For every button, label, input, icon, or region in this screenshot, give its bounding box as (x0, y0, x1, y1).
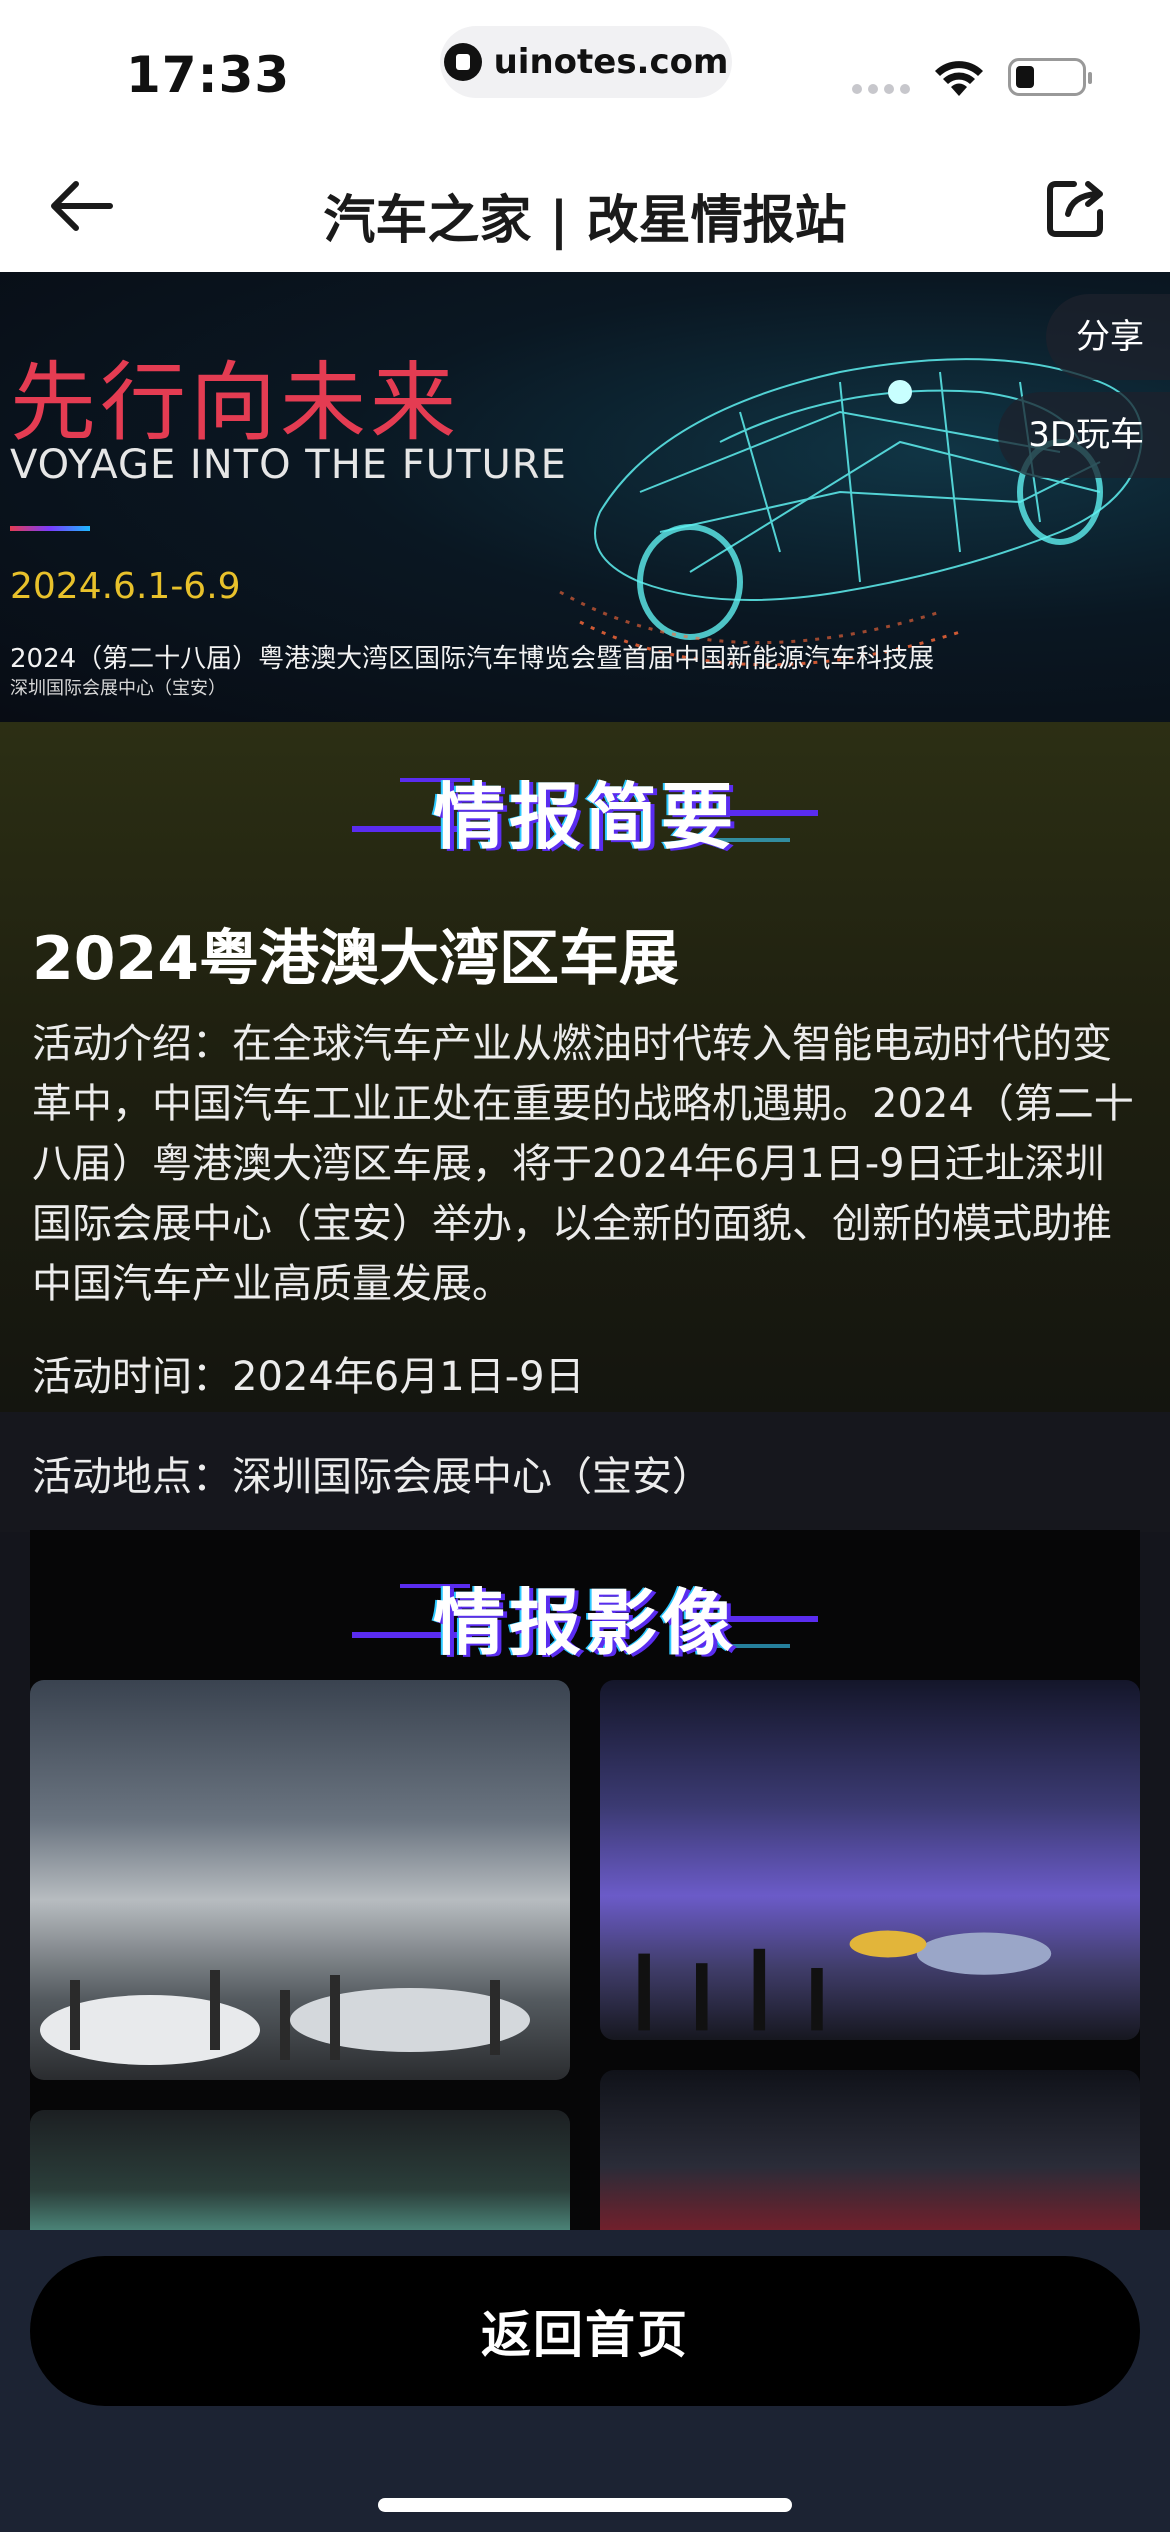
event-title: 2024粤港澳大湾区车展 (32, 924, 679, 994)
play-3d-button[interactable]: 3D玩车 (998, 392, 1170, 478)
summary-header: 情报简要 (0, 748, 1170, 859)
banner-event-line: 2024（第二十八届）粤港澳大湾区国际汽车博览会暨首届中国新能源汽车科技展 (10, 644, 935, 674)
event-intro: 活动介绍：在全球汽车产业从燃油时代转入智能电动时代的变革中，中国汽车工业正处在重… (32, 1021, 1134, 1307)
gallery-photo[interactable] (30, 1680, 570, 2080)
banner-divider (10, 526, 90, 531)
share-button[interactable]: 分享 (1046, 294, 1170, 380)
url-text: uinotes.com (493, 42, 729, 82)
bottom-bar: 返回首页 (0, 2230, 1170, 2532)
site-icon (443, 43, 482, 81)
nav-bar: 汽车之家 | 改星情报站 (0, 140, 1170, 272)
banner-venue-line: 深圳国际会展中心（宝安） (10, 678, 226, 699)
gallery-photo[interactable] (600, 1680, 1140, 2040)
battery-icon (1008, 58, 1092, 96)
home-indicator (378, 2498, 792, 2512)
summary-section: 情报简要 2024粤港澳大湾区车展 活动介绍：在全球汽车产业从燃油时代转入智能电… (0, 722, 1170, 1412)
back-home-button[interactable]: 返回首页 (30, 2256, 1140, 2406)
event-location: 活动地点：深圳国际会展中心（宝安） (32, 1454, 712, 1500)
url-pill[interactable]: uinotes.com (440, 26, 732, 98)
event-time: 活动时间：2024年6月1日-9日 (32, 1354, 585, 1400)
location-row: 活动地点：深圳国际会展中心（宝安） (0, 1412, 1170, 1532)
section-title-gallery: 情报影像 (432, 1581, 737, 1665)
event-banner[interactable]: 先行向未来 VOYAGE INTO THE FUTURE 2024.6.1-6.… (0, 272, 1170, 722)
banner-slogan: 先行向未来 (10, 353, 460, 453)
gallery-photo[interactable] (600, 2070, 1140, 2230)
banner-slogan-en: VOYAGE INTO THE FUTURE (10, 442, 567, 488)
share-export-icon[interactable] (1044, 174, 1110, 240)
status-bar: 17:33 uinotes.com (0, 0, 1170, 140)
section-title-summary: 情报简要 (432, 775, 737, 859)
gallery-section: 情报影像 (30, 1530, 1140, 2230)
status-time: 17:33 (126, 46, 291, 104)
gallery-photo[interactable] (30, 2110, 570, 2230)
wifi-icon (935, 61, 983, 96)
banner-date: 2024.6.1-6.9 (10, 566, 241, 607)
page-title: 汽车之家 | 改星情报站 (323, 191, 847, 251)
signal-icon (852, 84, 910, 94)
gallery-header: 情报影像 (30, 1554, 1140, 1665)
